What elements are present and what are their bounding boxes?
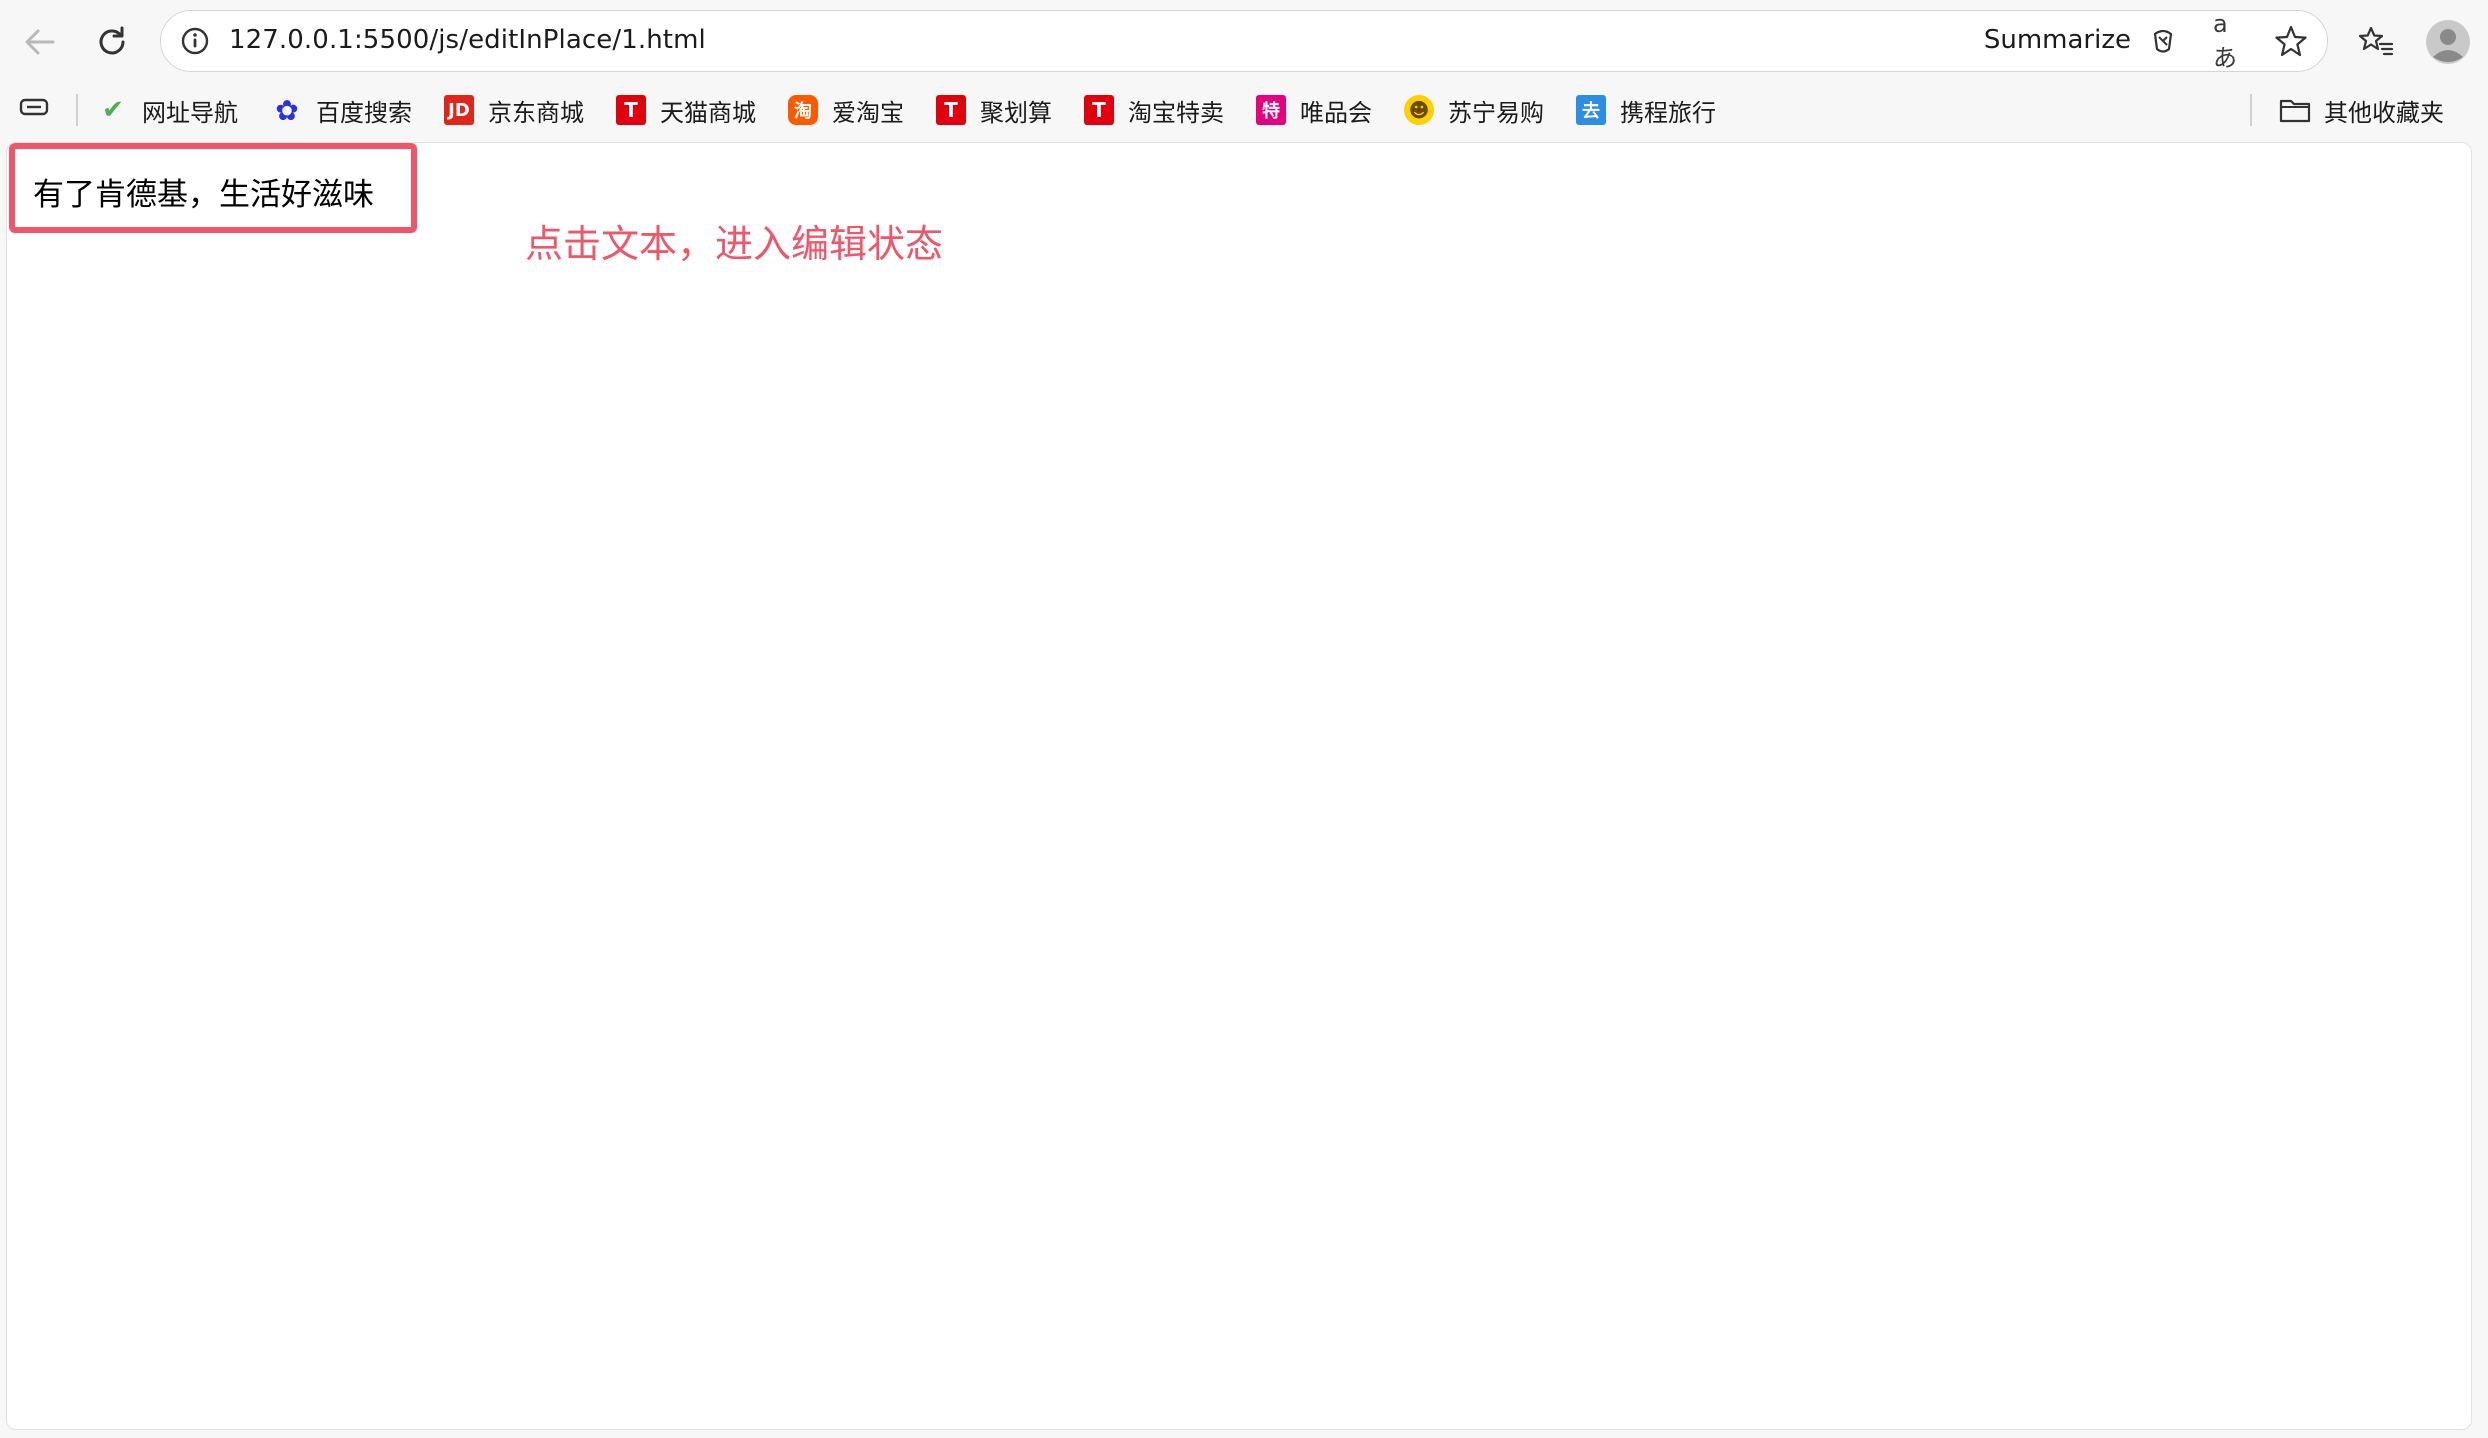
vip-icon: 特 (1256, 95, 1286, 125)
profile-button[interactable] (2420, 14, 2476, 70)
editable-text-box[interactable]: 有了肯德基，生活好滋味 (9, 143, 417, 233)
bookmark-label: 苏宁易购 (1448, 98, 1544, 127)
bookmark-label: 聚划算 (980, 98, 1052, 127)
tmall-icon: T (616, 95, 646, 125)
tab-actions-icon (18, 92, 52, 128)
translate-label: aあ (2213, 9, 2237, 72)
suning-icon: ☻ (1404, 95, 1434, 125)
folder-icon (2278, 95, 2312, 125)
baidu-paw-icon: ✿ (275, 93, 299, 127)
back-icon (20, 22, 60, 62)
taobao-icon: 淘 (788, 95, 818, 125)
bookmark-label: 爱淘宝 (832, 98, 904, 127)
bookmark-item[interactable]: ✔ 网址导航 (98, 88, 238, 132)
hao-icon: ✔ (102, 95, 124, 125)
bookmarks-divider (76, 94, 78, 126)
bookmark-item[interactable]: JD 京东商城 (444, 88, 584, 132)
bookmark-item[interactable]: 淘 爱淘宝 (788, 88, 904, 132)
refresh-icon (92, 22, 132, 62)
other-favorites-folder[interactable]: 其他收藏夹 (2278, 88, 2444, 132)
translate-icon[interactable]: aあ (2213, 10, 2249, 72)
page-viewport: 有了肯德基，生活好滋味 点击文本，进入编辑状态 (6, 142, 2472, 1430)
site-info-icon[interactable] (179, 25, 211, 61)
bookmark-label: 京东商城 (488, 98, 584, 127)
favorites-button[interactable] (2348, 14, 2404, 70)
editable-text[interactable]: 有了肯德基，生活好滋味 (33, 169, 374, 214)
bookmark-label: 百度搜索 (316, 98, 412, 127)
copilot-icon[interactable] (2145, 23, 2181, 59)
profile-icon (2425, 19, 2471, 65)
annotation-text: 点击文本，进入编辑状态 (525, 222, 944, 266)
bookmark-label: 携程旅行 (1620, 98, 1716, 127)
back-button[interactable] (12, 14, 68, 70)
tab-actions-button[interactable] (18, 88, 52, 132)
bookmarks-divider (2250, 94, 2252, 126)
favorites-icon (2356, 22, 2396, 62)
bookmark-label: 淘宝特卖 (1128, 98, 1224, 127)
bookmark-item[interactable]: T 天猫商城 (616, 88, 756, 132)
refresh-button[interactable] (84, 14, 140, 70)
bookmark-item[interactable]: ✿ 百度搜索 (272, 88, 412, 132)
bookmark-label: 天猫商城 (660, 98, 756, 127)
other-favorites-label: 其他收藏夹 (2324, 98, 2444, 127)
jd-icon: JD (444, 95, 474, 125)
url-text[interactable]: 127.0.0.1:5500/js/editInPlace/1.html (229, 11, 706, 70)
browser-toolbar: 127.0.0.1:5500/js/editInPlace/1.html Sum… (0, 0, 2488, 84)
bookmark-label: 唯品会 (1300, 98, 1372, 127)
bookmark-item[interactable]: 去 携程旅行 (1576, 88, 1716, 132)
bookmark-item[interactable]: 特 唯品会 (1256, 88, 1372, 132)
taobao-temai-icon: T (1084, 95, 1114, 125)
bookmarks-bar: ✔ 网址导航 ✿ 百度搜索 JD 京东商城 T 天猫商城 淘 爱淘宝 T 聚划算… (0, 88, 2488, 132)
summarize-button[interactable]: Summarize (1984, 11, 2131, 70)
bookmark-item[interactable]: T 聚划算 (936, 88, 1052, 132)
bookmark-item[interactable]: T 淘宝特卖 (1084, 88, 1224, 132)
star-icon[interactable] (2273, 23, 2309, 59)
bookmark-item[interactable]: ☻ 苏宁易购 (1404, 88, 1544, 132)
juhuasuan-icon: T (936, 95, 966, 125)
bookmark-label: 网址导航 (142, 98, 238, 127)
address-bar[interactable]: 127.0.0.1:5500/js/editInPlace/1.html Sum… (160, 10, 2328, 72)
ctrip-icon: 去 (1576, 95, 1606, 125)
